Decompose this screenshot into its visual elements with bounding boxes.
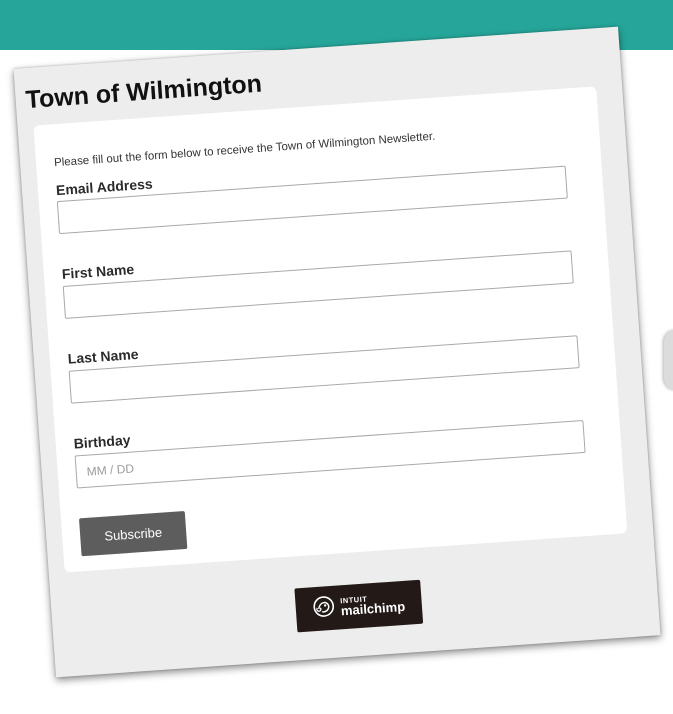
birthday-input[interactable] bbox=[74, 419, 586, 489]
form-intro-text: Please fill out the form below to receiv… bbox=[53, 130, 436, 170]
first-name-input[interactable] bbox=[62, 250, 574, 319]
signup-form: Please fill out the form below to receiv… bbox=[33, 86, 628, 573]
birthday-label: Birthday bbox=[73, 431, 131, 452]
newsletter-signup-card: Town of Wilmington Please fill out the f… bbox=[13, 26, 661, 678]
mailchimp-badge-text: INTUIT mailchimp bbox=[340, 593, 406, 618]
last-name-input[interactable] bbox=[68, 335, 580, 404]
last-name-label: Last Name bbox=[67, 345, 140, 367]
first-name-label: First Name bbox=[61, 260, 135, 282]
subscribe-button[interactable]: Subscribe bbox=[78, 511, 188, 557]
badge-product-line: mailchimp bbox=[340, 599, 406, 619]
page-title: Town of Wilmington bbox=[24, 69, 263, 115]
mailchimp-freddie-icon bbox=[312, 594, 336, 622]
background-element-edge bbox=[664, 330, 673, 390]
mailchimp-badge[interactable]: INTUIT mailchimp bbox=[294, 579, 424, 633]
